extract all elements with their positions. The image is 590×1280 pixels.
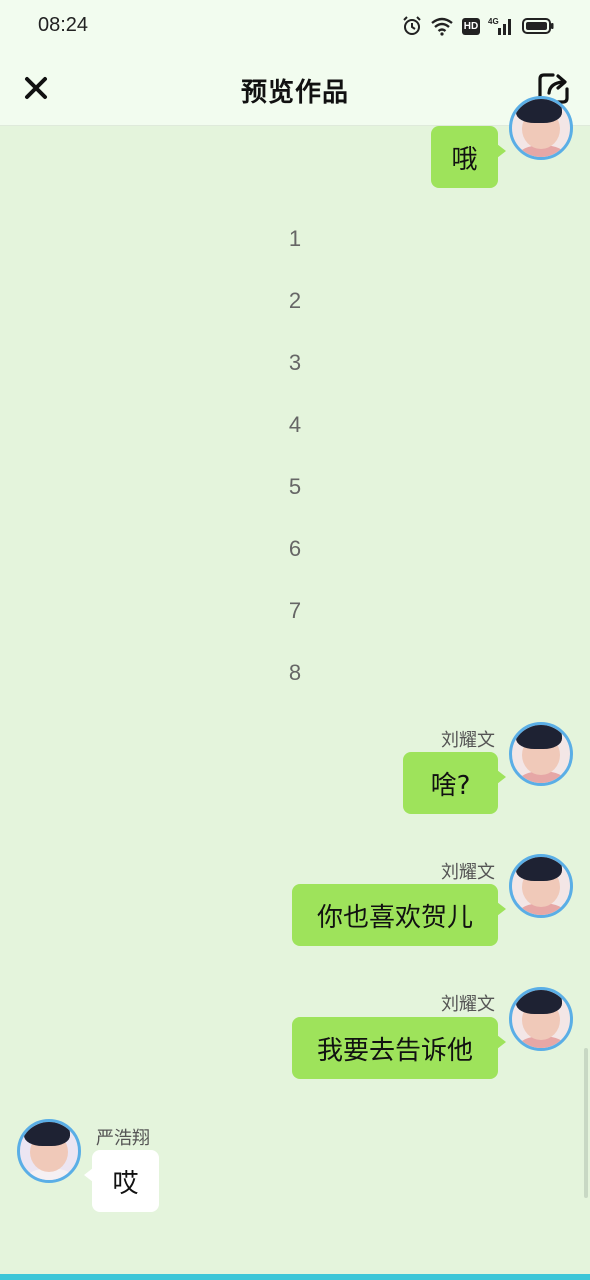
avatar-hair [516,990,562,1014]
svg-text:4G: 4G [488,17,499,26]
message-bubble[interactable]: 你也喜欢贺儿 [292,884,506,946]
avatar-hair [516,857,562,881]
hd-icon: HD [462,17,480,35]
header-bar: 预览作品 [0,52,590,126]
list-item: 6 [288,536,302,561]
alarm-icon [403,16,421,35]
message-bubble[interactable]: 哎 [84,1150,159,1212]
list-item: 4 [288,412,302,437]
message-bubble[interactable]: 哦 [431,126,506,188]
page-title: 预览作品 [240,78,349,108]
message-bubble[interactable]: 我要去告诉他 [292,1017,506,1079]
avatar[interactable] [17,1119,81,1183]
list-item: 1 [288,226,302,251]
list-item: 5 [288,474,302,499]
sender-name: 刘耀文 [441,730,495,751]
signal-icon: 4G [488,17,511,35]
avatar[interactable] [509,854,573,918]
sender-name: 严浩翔 [96,1128,150,1149]
list-item: 8 [288,660,302,685]
list-item: 3 [288,350,302,375]
list-item: 2 [288,288,302,313]
list-item: 7 [288,598,302,623]
message-bubble[interactable]: 啥? [403,752,506,814]
avatar[interactable] [509,722,573,786]
sender-name: 刘耀文 [441,994,495,1015]
status-bar: 08:24 HD 4G [0,0,590,52]
avatar[interactable] [509,987,573,1051]
sender-name: 刘耀文 [441,862,495,883]
avatar-hair [516,725,562,749]
status-icons: HD 4G [402,14,554,38]
battery-icon [522,18,554,34]
avatar-hair [24,1122,70,1146]
scrollbar[interactable] [584,1048,588,1198]
avatar[interactable] [509,96,573,160]
bottom-strip [0,1274,590,1280]
status-time: 08:24 [38,14,89,36]
avatar-hair [516,99,562,123]
wifi-icon [431,17,453,36]
